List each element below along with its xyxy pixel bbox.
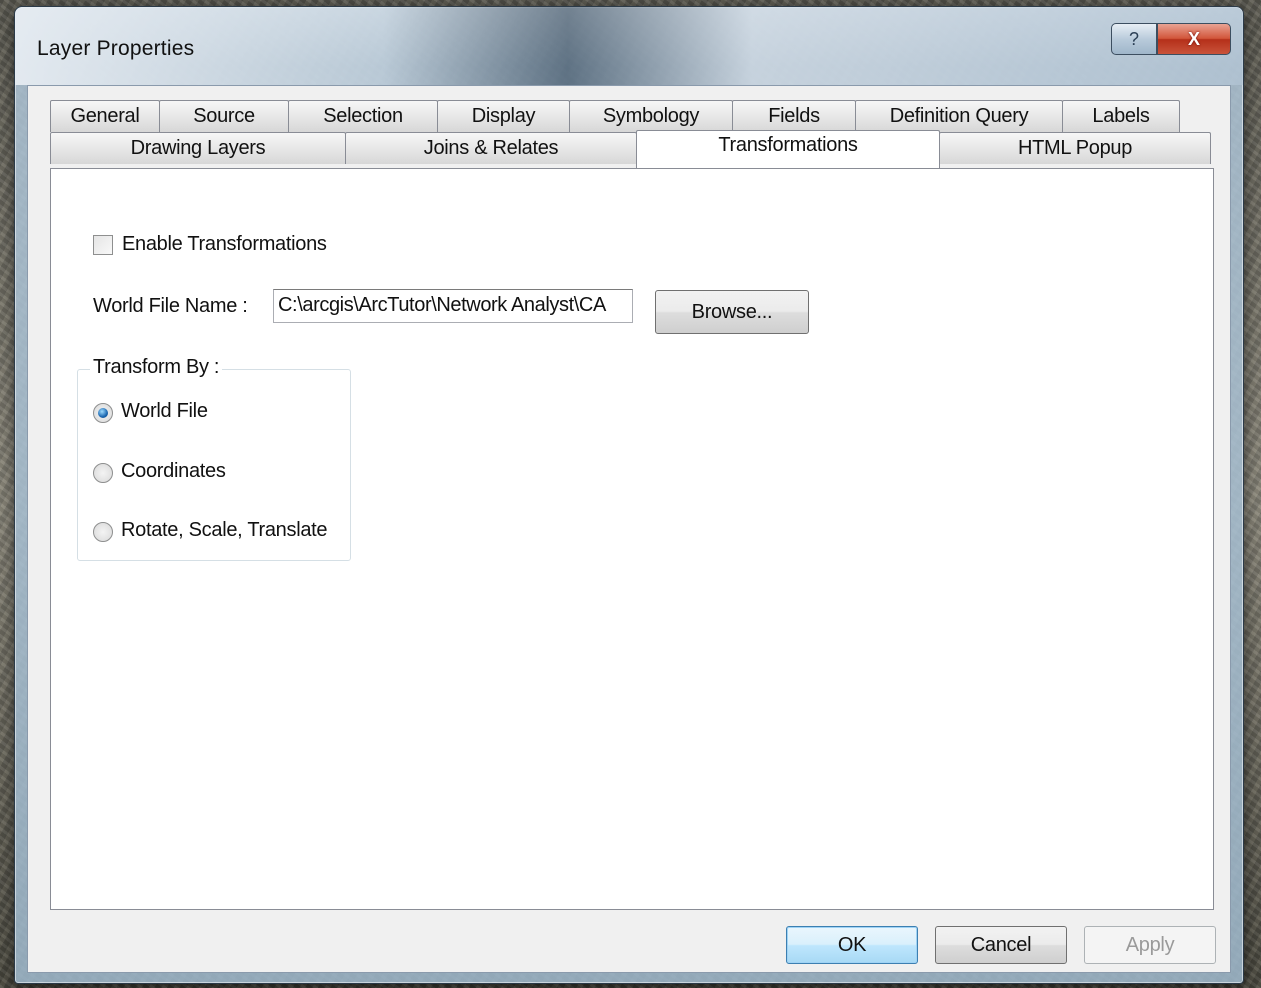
- ok-button[interactable]: OK: [786, 926, 918, 964]
- tab-general[interactable]: General: [50, 100, 160, 132]
- transformations-panel: Enable Transformations World File Name :…: [50, 168, 1214, 910]
- world-file-name-input[interactable]: C:\arcgis\ArcTutor\Network Analyst\CA: [273, 289, 633, 323]
- radio-coordinates-label: Coordinates: [121, 460, 226, 482]
- enable-transformations-label: Enable Transformations: [122, 233, 327, 255]
- dialog-client-area: General Source Selection Display Symbolo…: [27, 85, 1231, 973]
- tab-display[interactable]: Display: [437, 100, 570, 132]
- tab-fields[interactable]: Fields: [732, 100, 856, 132]
- radio-world-file-label: World File: [121, 400, 208, 422]
- window-controls: ? X: [1111, 23, 1231, 55]
- tab-transformations[interactable]: Transformations: [636, 130, 940, 168]
- window-title: Layer Properties: [37, 37, 195, 60]
- tab-labels[interactable]: Labels: [1062, 100, 1180, 132]
- radio-rotate-scale-translate-label: Rotate, Scale, Translate: [121, 519, 328, 541]
- close-button[interactable]: X: [1157, 23, 1231, 55]
- help-button[interactable]: ?: [1111, 23, 1157, 55]
- transform-by-label: Transform By :: [90, 356, 223, 379]
- tab-html-popup[interactable]: HTML Popup: [939, 132, 1211, 164]
- world-file-name-label: World File Name :: [93, 295, 248, 317]
- tab-joins-relates[interactable]: Joins & Relates: [345, 132, 637, 164]
- radio-world-file[interactable]: [93, 403, 113, 423]
- browse-button[interactable]: Browse...: [655, 290, 809, 334]
- tab-definition-query[interactable]: Definition Query: [855, 100, 1063, 132]
- tab-symbology[interactable]: Symbology: [569, 100, 733, 132]
- apply-button[interactable]: Apply: [1084, 926, 1216, 964]
- cancel-button[interactable]: Cancel: [935, 926, 1067, 964]
- title-bar[interactable]: Layer Properties ? X: [15, 7, 1243, 85]
- enable-transformations-checkbox[interactable]: [93, 235, 113, 255]
- tab-selection[interactable]: Selection: [288, 100, 438, 132]
- layer-properties-dialog: Layer Properties ? X General Source Sele…: [14, 6, 1244, 984]
- radio-coordinates[interactable]: [93, 463, 113, 483]
- tab-drawing-layers[interactable]: Drawing Layers: [50, 132, 346, 164]
- radio-rotate-scale-translate[interactable]: [93, 522, 113, 542]
- tab-source[interactable]: Source: [159, 100, 289, 132]
